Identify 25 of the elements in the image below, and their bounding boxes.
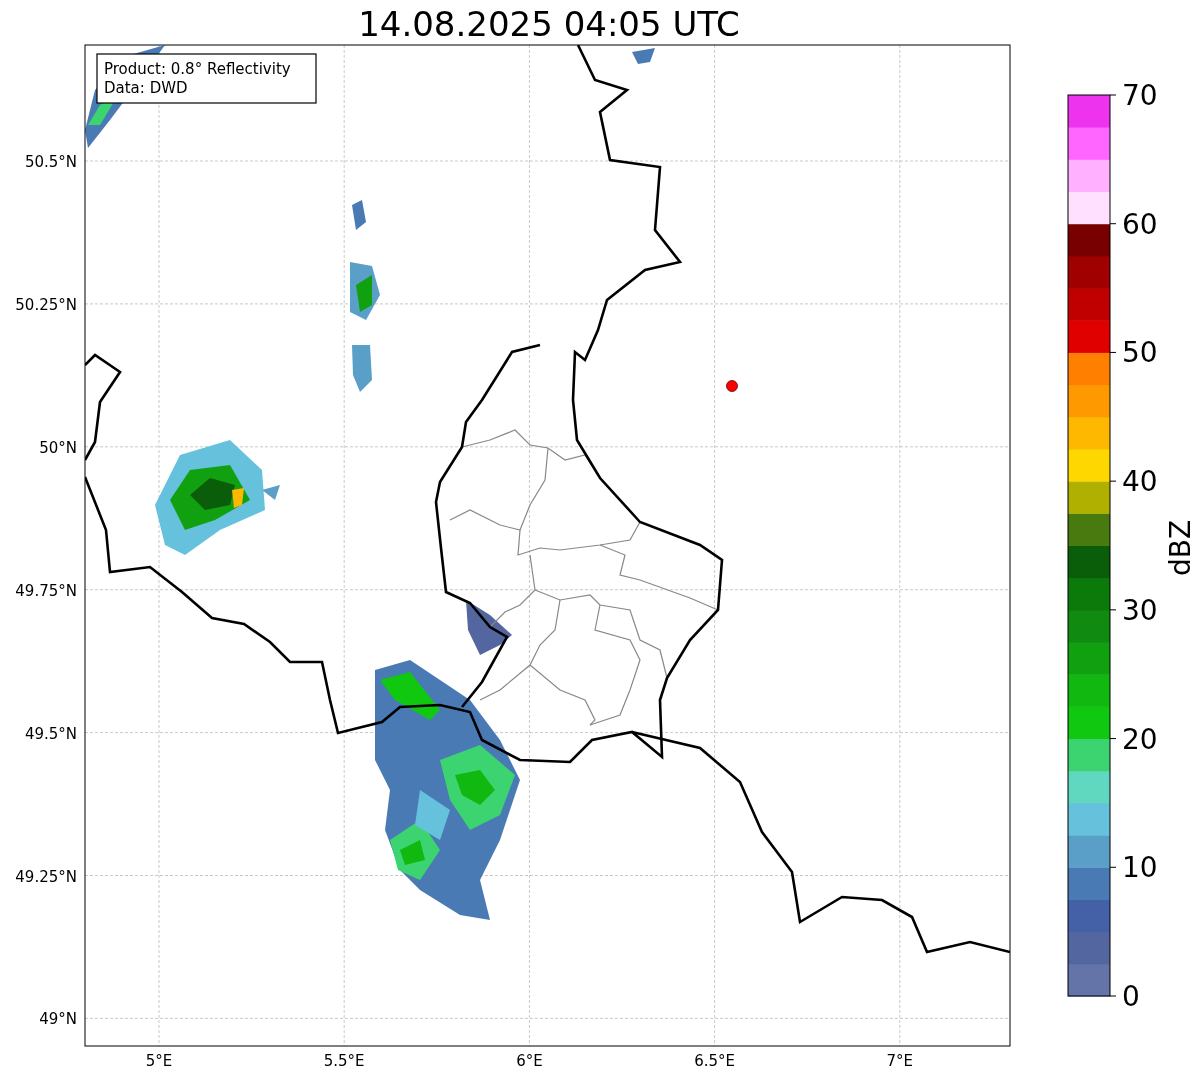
longitude-label: 6.5°E: [694, 1052, 735, 1070]
longitude-label: 6°E: [516, 1052, 543, 1070]
latitude-label: 49°N: [39, 1010, 77, 1029]
latitude-label: 49.5°N: [24, 724, 77, 743]
colorbar-tick-label: 40: [1122, 465, 1158, 499]
colorbar-label: dBZ: [1164, 519, 1197, 577]
colorbar-tick-label: 70: [1122, 79, 1158, 112]
latitude-label: 49.25°N: [15, 867, 77, 886]
latitude-label: 49.75°N: [15, 581, 77, 600]
info-text: Product: 0.8° Reflectivity: [104, 60, 291, 78]
latitude-label: 50°N: [39, 438, 77, 457]
latitude-label: 50.25°N: [15, 295, 77, 314]
longitude-label: 5°E: [145, 1052, 173, 1070]
colorbar-tick-label: 60: [1122, 207, 1158, 241]
chart-title: 14.08.2025 04:05 UTC: [358, 4, 740, 44]
colorbar-tick-label: 0: [1122, 980, 1140, 1013]
latitude-label: 50.5°N: [24, 153, 77, 171]
longitude-label: 7°E: [886, 1052, 914, 1070]
colorbar-tick-label: 50: [1122, 336, 1158, 370]
colorbar-tick-label: 10: [1122, 851, 1158, 885]
colorbar-tick-label: 30: [1122, 593, 1158, 627]
colorbar-tick-label: 20: [1122, 722, 1158, 756]
location-marker-icon: [726, 380, 738, 392]
longitude-label: 5.5°E: [323, 1052, 365, 1070]
info-text: Data: DWD: [104, 79, 188, 97]
